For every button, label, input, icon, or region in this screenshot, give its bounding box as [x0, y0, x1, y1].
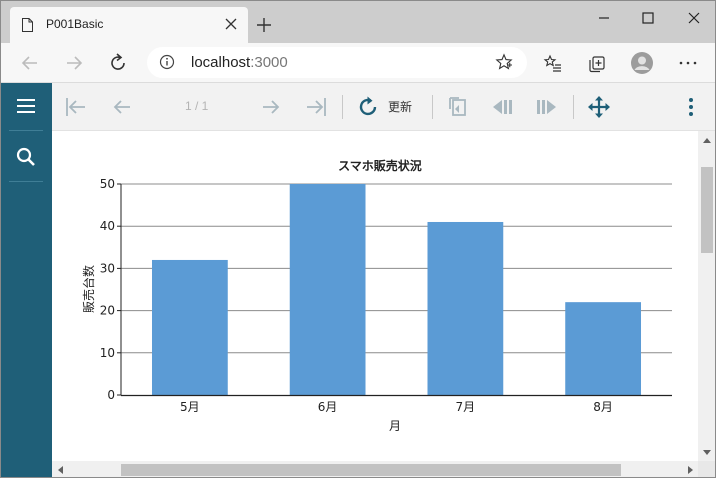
- refresh-icon[interactable]: [356, 95, 380, 119]
- back-icon[interactable]: [18, 51, 42, 75]
- search-icon[interactable]: [14, 145, 38, 169]
- toolbar-divider: [432, 95, 433, 119]
- x-tick-label: 5月: [180, 400, 200, 414]
- bar-6月: [289, 184, 366, 395]
- y-tick-label: 0: [107, 388, 115, 402]
- horizontal-scroll-thumb[interactable]: [121, 464, 621, 476]
- bar-7月: [427, 221, 504, 395]
- page-indicator: 1 / 1: [185, 99, 209, 113]
- favorite-star-icon[interactable]: [495, 53, 513, 71]
- refresh-button[interactable]: 更新: [388, 98, 412, 115]
- profile-avatar-icon[interactable]: [630, 51, 654, 75]
- x-tick-label: 6月: [318, 400, 338, 414]
- minimize-icon[interactable]: [593, 7, 615, 29]
- y-tick-label: 30: [100, 261, 115, 275]
- report-content: スマホ販売状況 販売台数 月 0 10 20 30 40 50 5月 6月 7月 8月: [52, 131, 698, 461]
- bar-chart: スマホ販売状況 販売台数 月 0 10 20 30 40 50 5月 6月 7月 8月: [81, 158, 672, 433]
- scroll-right-arrow-icon[interactable]: [685, 465, 695, 475]
- last-page-icon[interactable]: [304, 95, 328, 119]
- y-tick-label: 20: [100, 304, 115, 318]
- address-bar: localhost:3000: [1, 43, 715, 83]
- vertical-scrollbar[interactable]: [698, 131, 715, 461]
- first-page-icon[interactable]: [64, 95, 88, 119]
- more-options-icon[interactable]: [679, 95, 703, 119]
- step-back-icon[interactable]: [490, 95, 514, 119]
- x-axis-ticks: 5月 6月 7月 8月: [180, 400, 613, 414]
- back-to-parent-icon[interactable]: [446, 95, 470, 119]
- sidebar-divider: [9, 130, 43, 131]
- url-field[interactable]: localhost:3000: [147, 47, 527, 78]
- info-icon[interactable]: [159, 54, 175, 70]
- scrollbar-corner: [698, 461, 715, 477]
- y-tick-label: 50: [100, 177, 115, 191]
- x-tick-label: 8月: [593, 400, 613, 414]
- y-axis-ticks: 0 10 20 30 40 50: [100, 177, 121, 402]
- page-icon: [22, 18, 33, 32]
- toolbar-divider: [342, 95, 343, 119]
- bar-5月: [151, 259, 228, 395]
- x-axis-label: 月: [389, 419, 401, 433]
- reload-icon[interactable]: [106, 51, 130, 75]
- vertical-scroll-thumb[interactable]: [701, 167, 713, 253]
- window-close-icon[interactable]: [683, 7, 705, 29]
- y-axis-label: 販売台数: [81, 265, 96, 313]
- horizontal-scrollbar[interactable]: [52, 461, 698, 477]
- viewer-sidebar: [1, 83, 52, 477]
- y-tick-label: 10: [100, 346, 115, 360]
- maximize-icon[interactable]: [637, 7, 659, 29]
- close-icon[interactable]: [222, 15, 240, 33]
- viewer-toolbar: 1 / 1 更新: [52, 83, 715, 131]
- bar-8月: [565, 302, 642, 395]
- next-page-icon[interactable]: [259, 95, 283, 119]
- collections-icon[interactable]: [585, 51, 609, 75]
- scroll-down-arrow-icon[interactable]: [702, 447, 712, 457]
- chart-title: スマホ販売状況: [338, 158, 422, 173]
- step-forward-icon[interactable]: [535, 95, 559, 119]
- favorites-list-icon[interactable]: [541, 51, 565, 75]
- tab-title: P001Basic: [46, 17, 104, 31]
- hamburger-menu-icon[interactable]: [14, 94, 38, 118]
- new-tab-icon[interactable]: [255, 16, 273, 34]
- chart-bars: [151, 184, 642, 395]
- sidebar-divider: [9, 181, 43, 182]
- scroll-left-arrow-icon[interactable]: [56, 465, 66, 475]
- browser-window: P001Basic localhost:3000 1 / 1 更新 スマホ販売状…: [0, 0, 716, 478]
- toolbar-divider: [573, 95, 574, 119]
- y-tick-label: 40: [100, 219, 115, 233]
- forward-icon[interactable]: [62, 51, 86, 75]
- x-tick-label: 7月: [456, 400, 476, 414]
- browser-tab[interactable]: P001Basic: [10, 7, 248, 43]
- more-menu-icon[interactable]: [676, 51, 700, 75]
- move-pan-icon[interactable]: [587, 95, 611, 119]
- scroll-up-arrow-icon[interactable]: [702, 136, 712, 146]
- previous-page-icon[interactable]: [110, 95, 134, 119]
- tab-strip: P001Basic: [1, 1, 715, 43]
- url-text: localhost:3000: [191, 54, 288, 71]
